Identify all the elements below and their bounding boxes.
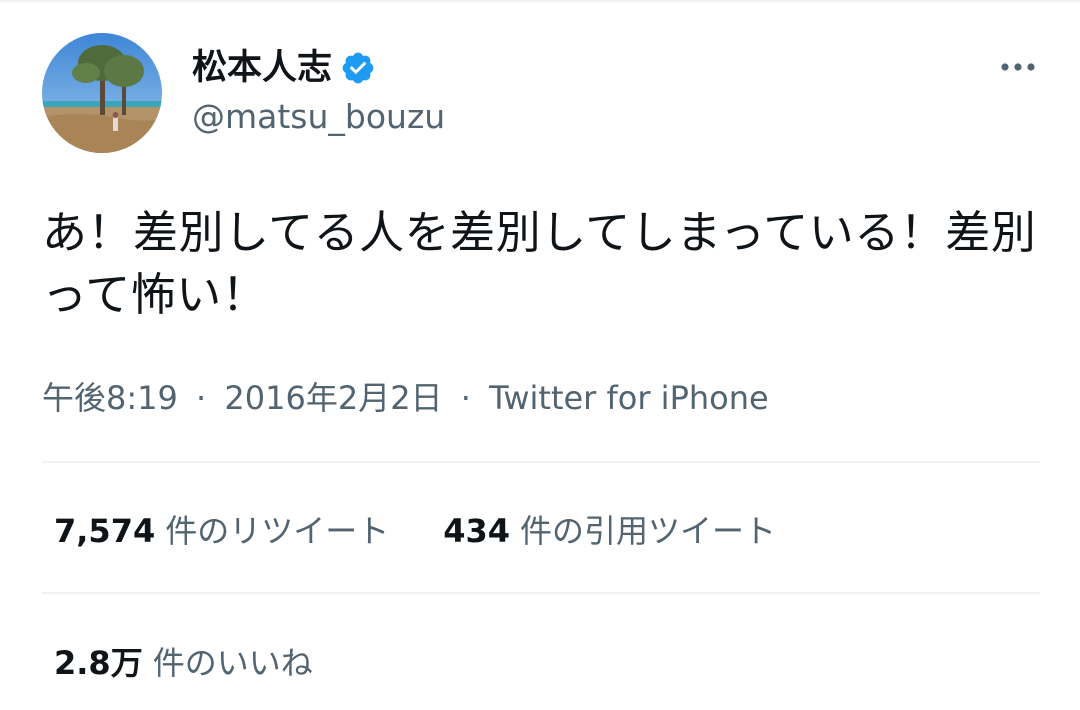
tweet-date[interactable]: 2016年2月2日 (224, 379, 442, 417)
display-name[interactable]: 松本人志 (192, 46, 332, 90)
display-name-row[interactable]: 松本人志 (192, 46, 376, 90)
stats-row-engagement: 7,574 件のリツイート 434 件の引用ツイート (54, 506, 830, 552)
more-options-button[interactable] (996, 50, 1040, 84)
meta-separator: · (196, 379, 207, 417)
quote-tweet-label: 件の引用ツイート (520, 512, 777, 550)
meta-separator-2: · (460, 379, 471, 417)
retweet-count: 7,574 (54, 512, 156, 550)
avatar-photo (42, 33, 162, 153)
top-divider (0, 0, 1080, 2)
quote-tweet-count: 434 (443, 512, 511, 550)
divider (42, 592, 1040, 594)
retweets-stat[interactable]: 7,574 件のリツイート (54, 506, 389, 552)
stats-row-likes: 2.8万 件のいいね (54, 638, 367, 684)
divider (42, 461, 1040, 463)
likes-stat[interactable]: 2.8万 件のいいね (54, 638, 313, 684)
like-label: 件のいいね (152, 644, 313, 682)
quote-tweets-stat[interactable]: 434 件の引用ツイート (443, 506, 776, 552)
avatar[interactable] (42, 33, 162, 153)
user-handle[interactable]: @matsu_bouzu (192, 96, 445, 138)
tweet-source[interactable]: Twitter for iPhone (489, 379, 769, 417)
tweet-time[interactable]: 午後8:19 (42, 379, 178, 417)
verified-badge-icon (342, 52, 374, 84)
tweet-meta: 午後8:19 · 2016年2月2日 · Twitter for iPhone (42, 376, 769, 420)
like-count: 2.8万 (54, 644, 143, 682)
retweet-label: 件のリツイート (165, 512, 390, 550)
more-horizontal-icon (1001, 63, 1035, 71)
tweet-text: あ！差別してる人を差別してしまっている！差別って怖い！ (42, 206, 1037, 321)
